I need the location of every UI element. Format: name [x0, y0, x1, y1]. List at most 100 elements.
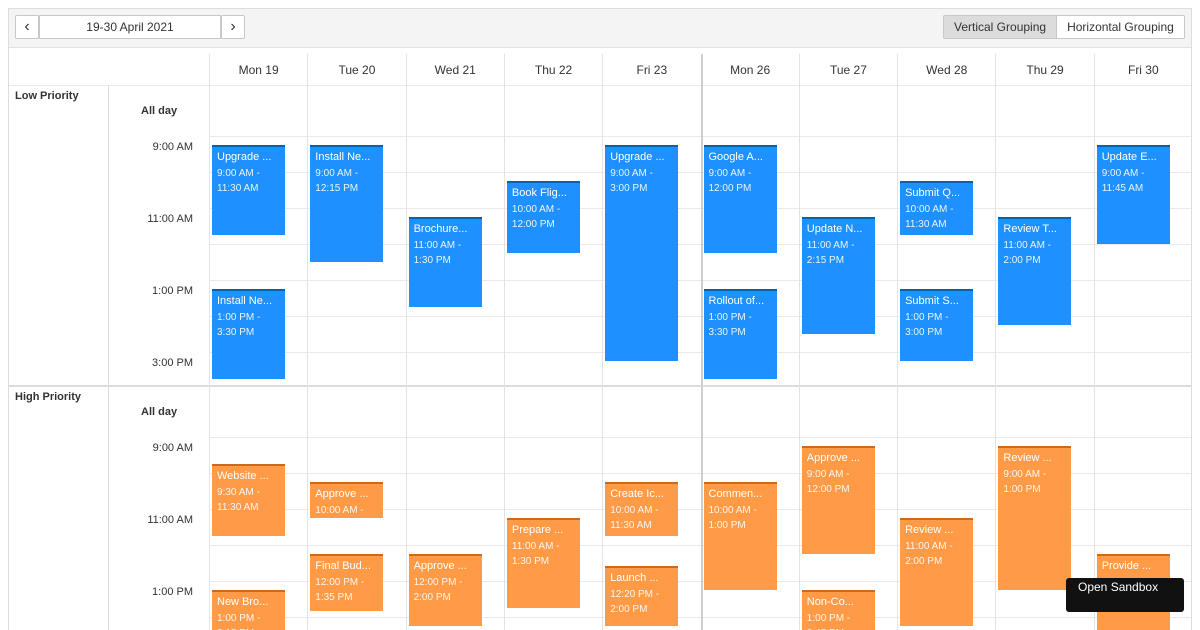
- event-appointment[interactable]: Prepare ... 11:00 AM - 1:30 PM: [506, 518, 580, 608]
- event-title: Review T...: [1003, 223, 1057, 235]
- event-title: Book Flig...: [511, 187, 567, 199]
- group-label: High Priority: [9, 387, 109, 630]
- event-appointment[interactable]: Upgrade ... 9:00 AM - 3:00 PM: [605, 145, 679, 361]
- horizontal-grouping-button[interactable]: Horizontal Grouping: [1056, 16, 1184, 38]
- event-appointment[interactable]: Upgrade ... 9:00 AM - 11:30 AM: [212, 145, 285, 235]
- event-appointment[interactable]: Website ... 9:30 AM - 11:30 AM: [212, 464, 285, 536]
- event-time: 9:00 AM - 12:15 PM: [315, 168, 359, 194]
- event-title: Install Ne...: [217, 295, 273, 307]
- next-button[interactable]: ›: [221, 15, 245, 39]
- event-title: Non-Co...: [806, 596, 854, 608]
- event-appointment[interactable]: Review ... 9:00 AM - 1:00 PM: [998, 446, 1072, 590]
- day-header[interactable]: Tue 20: [307, 54, 405, 86]
- time-label: 9:00 AM: [152, 141, 193, 153]
- event-appointment[interactable]: Book Flig... 10:00 AM - 12:00 PM: [506, 181, 580, 253]
- day-column-line: [209, 54, 210, 630]
- day-column-line: [995, 54, 997, 630]
- event-time: 11:00 AM - 1:30 PM: [413, 240, 462, 266]
- grouping-switch: Vertical Grouping Horizontal Grouping: [943, 15, 1185, 39]
- event-appointment[interactable]: Create Ic... 10:00 AM - 11:30 AM: [605, 482, 679, 536]
- chevron-left-icon: ‹: [24, 18, 30, 35]
- group-label: Low Priority: [9, 86, 109, 387]
- event-time: 1:00 PM - 3:30 PM: [708, 312, 752, 338]
- all-day-label: All day: [141, 406, 178, 418]
- event-appointment[interactable]: Launch ... 12:20 PM - 2:00 PM: [605, 565, 679, 626]
- event-title: Approve ...: [315, 488, 369, 500]
- event-title: Update E...: [1101, 151, 1157, 163]
- vertical-grouping-button[interactable]: Vertical Grouping: [944, 16, 1057, 38]
- event-appointment[interactable]: Submit S... 1:00 PM - 3:00 PM: [900, 289, 974, 361]
- event-title: New Bro...: [217, 596, 269, 608]
- event-time: 9:30 AM - 11:30 AM: [217, 487, 260, 513]
- event-title: Approve ...: [413, 560, 467, 572]
- event-time: 12:00 PM - 2:00 PM: [413, 577, 463, 603]
- event-appointment[interactable]: Final Bud... 12:00 PM - 1:35 PM: [310, 554, 384, 611]
- event-time: 10:00 AM - 12:00 PM: [511, 204, 561, 230]
- event-time: 9:00 AM - 12:00 PM: [806, 469, 850, 495]
- time-label: 1:00 PM: [152, 586, 193, 598]
- event-appointment[interactable]: Approve ... 9:00 AM - 12:00 PM: [801, 446, 875, 554]
- time-label: 9:00 AM: [152, 442, 193, 454]
- event-title: Create Ic...: [610, 488, 664, 500]
- event-title: Provide ...: [1101, 560, 1152, 572]
- event-title: Google A...: [708, 151, 763, 163]
- event-title: Upgrade ...: [217, 151, 272, 163]
- event-appointment[interactable]: Rollout of... 1:00 PM - 3:30 PM: [703, 289, 777, 379]
- event-title: Submit Q...: [905, 187, 961, 199]
- time-label: 1:00 PM: [152, 285, 193, 297]
- day-column-line: [405, 54, 407, 630]
- event-time: 10:00 AM - 1:00 PM: [708, 505, 757, 531]
- event-appointment[interactable]: Commen... 10:00 AM - 1:00 PM: [703, 482, 777, 590]
- event-time: 1:00 PM - 3:30 PM: [217, 312, 261, 338]
- day-header[interactable]: Thu 29: [995, 54, 1093, 86]
- day-header[interactable]: Mon 26: [700, 54, 799, 86]
- day-header[interactable]: Fri 23: [602, 54, 700, 86]
- event-appointment[interactable]: Approve ... 10:00 AM -: [310, 482, 384, 518]
- event-appointment[interactable]: Update N... 11:00 AM - 2:15 PM: [801, 217, 875, 334]
- event-title: Review ...: [905, 524, 954, 536]
- event-title: Update N...: [806, 223, 863, 235]
- event-appointment[interactable]: New Bro... 1:00 PM - 3:15 PM: [212, 590, 285, 630]
- event-appointment[interactable]: Submit Q... 10:00 AM - 11:30 AM: [900, 181, 974, 235]
- event-appointment[interactable]: Google A... 9:00 AM - 12:00 PM: [703, 145, 777, 253]
- day-header[interactable]: Fri 30: [1093, 54, 1191, 86]
- event-time: 12:00 PM - 1:35 PM: [315, 577, 365, 603]
- day-column-line: [307, 54, 309, 630]
- event-title: Website ...: [217, 470, 269, 482]
- event-title: Install Ne...: [315, 151, 371, 163]
- event-time: 10:00 AM - 11:30 AM: [905, 204, 954, 230]
- event-title: Prepare ...: [511, 524, 564, 536]
- day-header[interactable]: Mon 19: [209, 54, 307, 86]
- event-time: 12:20 PM - 2:00 PM: [610, 588, 660, 615]
- event-time: 11:00 AM - 2:00 PM: [1003, 240, 1052, 266]
- event-time: 9:00 AM - 1:00 PM: [1003, 469, 1047, 495]
- event-time: 11:00 AM - 1:30 PM: [511, 541, 560, 567]
- event-time: 9:00 AM - 11:30 AM: [217, 168, 260, 194]
- prev-button[interactable]: ‹: [15, 15, 39, 39]
- day-header[interactable]: Wed 21: [405, 54, 504, 86]
- event-time: 1:00 PM - 3:15 PM: [217, 613, 261, 630]
- event-appointment[interactable]: Non-Co... 1:00 PM - 3:45 PM: [801, 590, 875, 630]
- event-time: 1:00 PM - 3:00 PM: [905, 312, 949, 338]
- event-appointment[interactable]: Install Ne... 9:00 AM - 12:15 PM: [310, 145, 384, 262]
- date-range-button[interactable]: 19-30 April 2021: [39, 15, 221, 39]
- event-appointment[interactable]: Brochure... 11:00 AM - 1:30 PM: [408, 217, 482, 307]
- event-appointment[interactable]: Update E... 9:00 AM - 11:45 AM: [1096, 145, 1170, 244]
- event-appointment[interactable]: Approve ... 12:00 PM - 2:00 PM: [408, 554, 482, 626]
- day-column-line: [897, 54, 899, 630]
- event-appointment[interactable]: Review ... 11:00 AM - 2:00 PM: [900, 518, 974, 626]
- event-appointment[interactable]: Review T... 11:00 AM - 2:00 PM: [998, 217, 1072, 325]
- event-title: Upgrade ...: [610, 151, 665, 163]
- day-header[interactable]: Thu 22: [503, 54, 602, 86]
- event-title: Submit S...: [905, 295, 959, 307]
- event-title: Approve ...: [806, 452, 860, 464]
- day-header[interactable]: Wed 28: [897, 54, 995, 86]
- event-time: 9:00 AM - 11:45 AM: [1101, 168, 1145, 194]
- open-sandbox-button[interactable]: Open Sandbox: [1066, 578, 1184, 612]
- day-header[interactable]: Tue 27: [798, 54, 897, 86]
- event-time: 10:00 AM - 11:30 AM: [610, 505, 659, 531]
- event-title: Brochure...: [413, 223, 468, 235]
- event-appointment[interactable]: Install Ne... 1:00 PM - 3:30 PM: [212, 289, 285, 379]
- day-column-line: [602, 54, 604, 630]
- event-time: 11:00 AM - 2:00 PM: [905, 541, 953, 567]
